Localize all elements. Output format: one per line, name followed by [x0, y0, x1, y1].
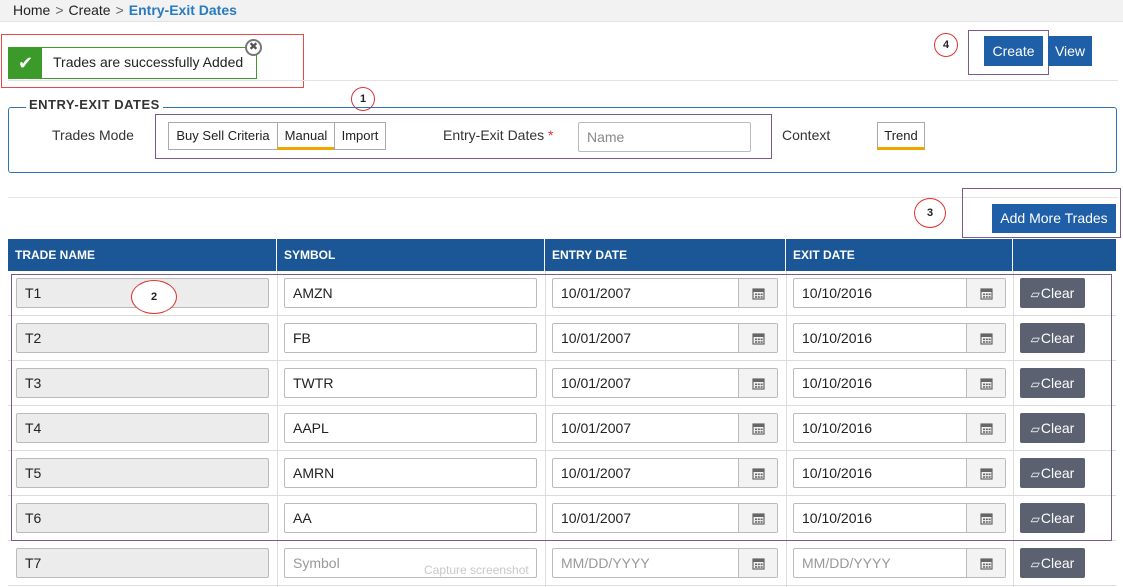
context-label: Context — [782, 127, 831, 143]
callout-4: 4 — [934, 33, 958, 57]
close-icon[interactable]: ✖ — [245, 39, 262, 56]
fieldset-legend: ENTRY-EXIT DATES — [26, 97, 163, 112]
add-more-trades-button[interactable]: Add More Trades — [992, 204, 1116, 233]
entry-exit-label: Entry-Exit Dates * — [443, 127, 553, 143]
entry-exit-label-text: Entry-Exit Dates — [443, 127, 545, 143]
clear-label: Clear — [1040, 555, 1075, 571]
date-text: MM/DD/YYYY — [802, 555, 891, 571]
divider — [8, 80, 1118, 81]
name-input[interactable]: Name — [578, 122, 751, 152]
calendar-icon[interactable] — [966, 549, 1005, 577]
breadcrumb: Home > Create > Entry-Exit Dates — [13, 2, 237, 18]
rows-annotation-box — [11, 274, 1112, 541]
header-trade-name: TRADE NAME — [8, 239, 277, 271]
row-divider — [8, 585, 1116, 586]
create-button[interactable]: Create — [984, 36, 1043, 66]
success-alert: ✔ Trades are successfully Added ✖ — [8, 39, 262, 79]
date-text: MM/DD/YYYY — [561, 555, 650, 571]
context-trend[interactable]: Trend — [877, 122, 925, 150]
exit-date-input[interactable]: MM/DD/YYYY — [793, 548, 1006, 578]
mode-import[interactable]: Import — [334, 122, 386, 150]
checkmark-icon: ✔ — [9, 48, 42, 78]
header-entry-date: ENTRY DATE — [545, 239, 786, 271]
table-header: TRADE NAME SYMBOL ENTRY DATE EXIT DATE — [8, 239, 1116, 271]
eraser-icon: ▱ — [1030, 557, 1040, 571]
alert-message: Trades are successfully Added — [53, 54, 244, 70]
mode-buy-sell-criteria[interactable]: Buy Sell Criteria — [168, 122, 278, 150]
breadcrumb-home[interactable]: Home — [13, 2, 50, 18]
trades-mode-label: Trades Mode — [52, 127, 134, 143]
breadcrumb-create[interactable]: Create — [69, 2, 111, 18]
breadcrumb-separator: > — [55, 2, 64, 18]
clear-button[interactable]: ▱Clear — [1020, 548, 1085, 578]
mode-manual[interactable]: Manual — [277, 122, 335, 150]
header-exit-date: EXIT DATE — [786, 239, 1013, 271]
trade-name-cell: T7 — [16, 548, 269, 578]
breadcrumb-separator: > — [115, 2, 124, 18]
calendar-icon[interactable] — [738, 549, 777, 577]
view-button[interactable]: View — [1048, 36, 1092, 66]
breadcrumb-current: Entry-Exit Dates — [128, 2, 237, 18]
callout-3: 3 — [914, 198, 946, 228]
callout-2: 2 — [131, 280, 177, 314]
divider — [8, 197, 1118, 198]
header-symbol: SYMBOL — [277, 239, 545, 271]
header-actions — [1013, 239, 1116, 271]
entry-date-input[interactable]: MM/DD/YYYY — [552, 548, 778, 578]
required-asterisk: * — [548, 127, 554, 143]
watermark: Capture screenshot — [424, 563, 529, 577]
